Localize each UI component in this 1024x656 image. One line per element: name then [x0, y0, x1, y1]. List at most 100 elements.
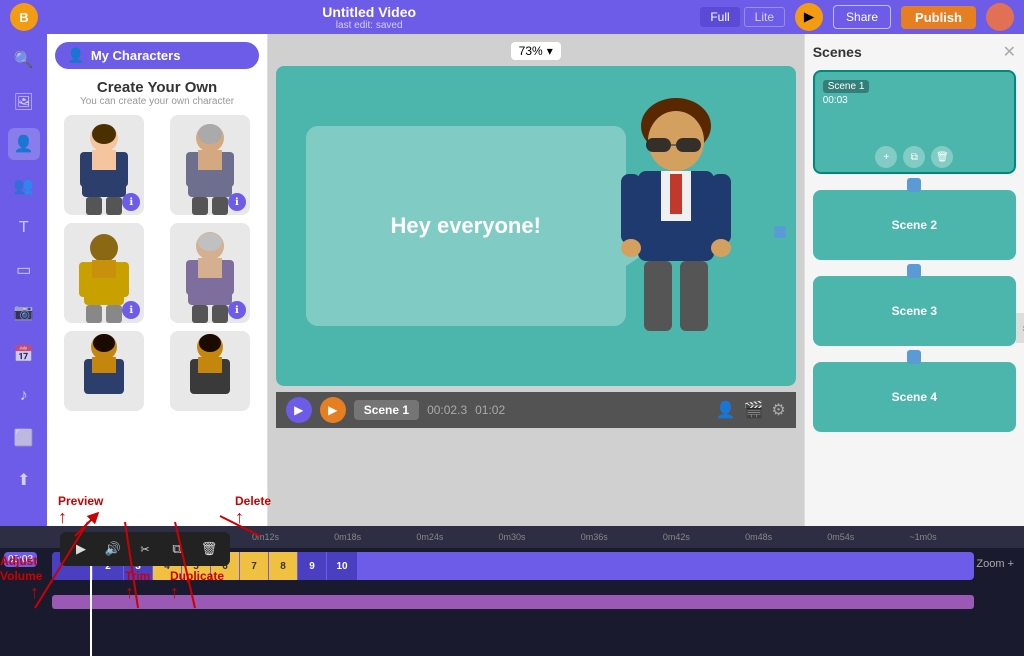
- track-purple-bar[interactable]: [52, 595, 974, 609]
- scene-4-label: Scene 4: [892, 390, 937, 404]
- zoom-indicator[interactable]: 73% ▾: [511, 42, 561, 60]
- char-info-1[interactable]: ℹ: [122, 193, 140, 211]
- canvas-character[interactable]: [606, 96, 746, 386]
- char-info-2[interactable]: ℹ: [228, 193, 246, 211]
- scene-play-button[interactable]: ▶: [286, 397, 312, 423]
- speech-bubble: Hey everyone!: [306, 126, 626, 326]
- sidebar-icon-calendar[interactable]: 📅: [8, 338, 40, 370]
- sidebar-icon-text[interactable]: T: [8, 212, 40, 244]
- character-figure-5: [64, 331, 144, 411]
- share-button[interactable]: Share: [833, 5, 891, 29]
- sidebar-icon-image[interactable]: 🖼: [8, 86, 40, 118]
- view-lite-button[interactable]: Lite: [744, 7, 785, 27]
- char-info-3[interactable]: ℹ: [122, 301, 140, 319]
- my-characters-label: My Characters: [91, 48, 181, 63]
- sidebar-icon-rectangle[interactable]: ▭: [8, 254, 40, 286]
- ft-volume-btn[interactable]: 🔊: [100, 536, 126, 562]
- my-characters-header[interactable]: 👤 My Characters: [55, 42, 258, 69]
- track-row-2: [0, 584, 1024, 620]
- create-own-section: Create Your Own You can create your own …: [55, 79, 258, 107]
- character-item-1[interactable]: ℹ: [55, 115, 153, 215]
- scene-bar-overlay: ▶ ▶ Scene 1 00:02.3 01:02 👤 🎬 ⚙: [276, 392, 796, 428]
- character-figure-4: ℹ: [170, 223, 250, 323]
- canvas-area: 73% ▾ Hey everyone!: [268, 34, 804, 526]
- seg-9: 9: [298, 552, 326, 580]
- main-area: 🔍 🖼 👤 👥 T ▭ 📷 📅 ♪ ⬜ ⬆ 👤 My Characters Cr…: [0, 34, 1024, 526]
- character-item-5[interactable]: [55, 331, 153, 411]
- scene-card-1[interactable]: Scene 1 00:03 + ⧉ 🗑: [813, 70, 1016, 174]
- scenes-close-icon[interactable]: ✕: [1003, 42, 1016, 62]
- canvas-handle[interactable]: [774, 226, 786, 238]
- characters-panel: 👤 My Characters Create Your Own You can …: [47, 34, 267, 526]
- scene-1-copy-btn[interactable]: ⧉: [903, 146, 925, 168]
- scene-video-icon[interactable]: 🎬: [743, 400, 763, 420]
- title-area: Untitled Video last edit: saved: [48, 4, 690, 31]
- view-toggle: Full Lite: [700, 7, 785, 27]
- ruler-mark-36: 0m36s: [553, 532, 635, 542]
- ruler-mark-24: 0m24s: [389, 532, 471, 542]
- view-full-button[interactable]: Full: [700, 7, 739, 27]
- ruler-mark-30: 0m30s: [471, 532, 553, 542]
- sidebar-icon-photo[interactable]: 📷: [8, 296, 40, 328]
- scenes-title: Scenes: [813, 44, 862, 60]
- canvas-preview: Hey everyone!: [276, 66, 796, 386]
- zoom-label: Zoom +: [976, 558, 1014, 570]
- seg-10: 10: [327, 552, 357, 580]
- scenes-header: Scenes ✕: [813, 42, 1016, 62]
- zoom-value: 73%: [519, 44, 543, 58]
- character-item-2[interactable]: ℹ: [161, 115, 259, 215]
- left-sidebar: 🔍 🖼 👤 👥 T ▭ 📷 📅 ♪ ⬜ ⬆: [0, 34, 47, 526]
- seg-8: 8: [269, 552, 297, 580]
- scene-1-actions: + ⧉ 🗑: [815, 142, 1014, 172]
- scene-card-3[interactable]: Scene 3: [813, 276, 1016, 346]
- scene-1-delete-btn[interactable]: 🗑: [931, 146, 953, 168]
- character-figure-3: ℹ: [64, 223, 144, 323]
- sidebar-icon-search[interactable]: 🔍: [8, 44, 40, 76]
- timeline-tracks: ▶ 00:03 2 3 4 5 6 7 8 9 10 Zoom: [0, 548, 1024, 656]
- ruler-mark-48: 0m48s: [718, 532, 800, 542]
- ft-trim-btn[interactable]: ✂: [132, 536, 158, 562]
- sidebar-icon-person[interactable]: 👤: [8, 128, 40, 160]
- seg-7: 7: [240, 552, 268, 580]
- speech-text: Hey everyone!: [380, 203, 550, 249]
- ruler-mark-12: 0m12s: [224, 532, 306, 542]
- scene-1-add-btn[interactable]: +: [875, 146, 897, 168]
- scene-card-3-inner: Scene 3: [813, 276, 1016, 346]
- topbar-play-button[interactable]: ▶: [795, 3, 823, 31]
- user-avatar: [986, 3, 1014, 31]
- character-item-6[interactable]: [161, 331, 259, 411]
- scene-settings-icon[interactable]: ⚙: [771, 400, 785, 420]
- scene-1-label: Scene 1: [823, 80, 870, 93]
- scene-play-orange-button[interactable]: ▶: [320, 397, 346, 423]
- ft-preview-btn[interactable]: ▶: [68, 536, 94, 562]
- scene-3-label: Scene 3: [892, 304, 937, 318]
- ft-delete-btn[interactable]: 🗑: [196, 536, 222, 562]
- scene-time-range: 00:02.3: [427, 403, 467, 417]
- scene-card-2[interactable]: Scene 2: [813, 190, 1016, 260]
- scene-total-time: 01:02: [475, 403, 505, 417]
- zoom-dropdown-icon: ▾: [547, 44, 553, 58]
- create-own-title: Create Your Own: [55, 79, 258, 96]
- sidebar-icon-music[interactable]: ♪: [8, 380, 40, 412]
- ruler-mark-42: 0m42s: [635, 532, 717, 542]
- sidebar-icon-box[interactable]: ⬜: [8, 422, 40, 454]
- scene-connector-1: [907, 178, 921, 192]
- sidebar-icon-upload[interactable]: ⬆: [8, 464, 40, 496]
- scene-card-4-inner: Scene 4: [813, 362, 1016, 432]
- floating-toolbar: ▶ 🔊 ✂ ⧉ 🗑: [60, 532, 230, 566]
- character-item-3[interactable]: ℹ: [55, 223, 153, 323]
- publish-button[interactable]: Publish: [901, 6, 976, 29]
- char-info-4[interactable]: ℹ: [228, 301, 246, 319]
- ruler-mark-18: 0m18s: [307, 532, 389, 542]
- scene-connector-2: [907, 264, 921, 278]
- scene-card-2-inner: Scene 2: [813, 190, 1016, 260]
- ruler-mark-60: ~1m0s: [882, 532, 964, 542]
- sidebar-icon-group[interactable]: 👥: [8, 170, 40, 202]
- create-own-subtitle: You can create your own character: [55, 96, 258, 107]
- scene-card-4[interactable]: Scene 4: [813, 362, 1016, 432]
- character-item-4[interactable]: ℹ: [161, 223, 259, 323]
- scenes-panel: Scenes ✕ Scene 1 00:03 + ⧉ 🗑 Scene 2: [804, 34, 1024, 526]
- scene-person-icon[interactable]: 👤: [716, 400, 736, 420]
- scene-2-label: Scene 2: [892, 218, 937, 232]
- ft-duplicate-btn[interactable]: ⧉: [164, 536, 190, 562]
